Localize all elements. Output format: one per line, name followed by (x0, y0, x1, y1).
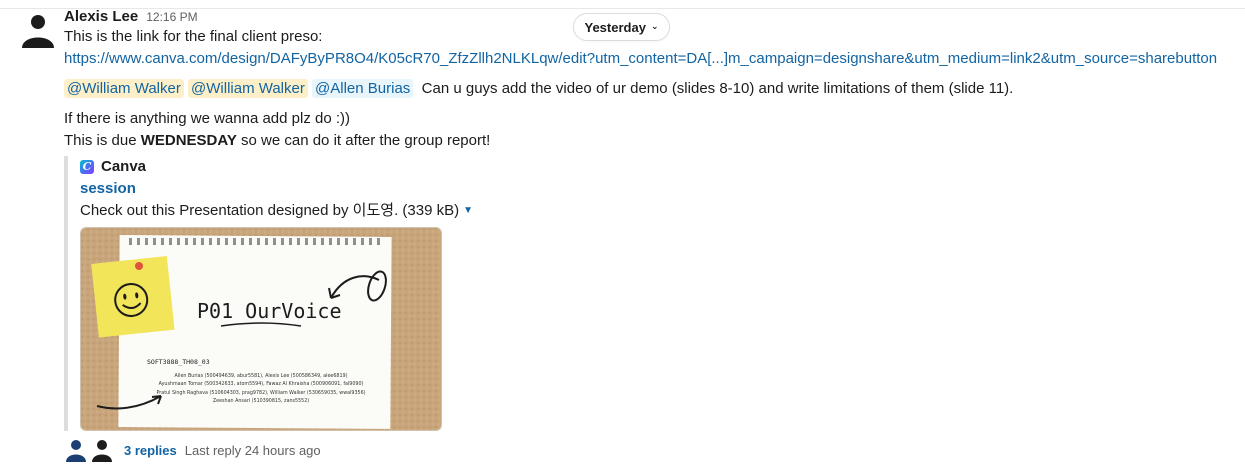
canva-logo-icon: C (80, 160, 94, 174)
reply-avatar[interactable] (64, 438, 88, 462)
message-line: If there is anything we wanna add plz do… (64, 110, 350, 127)
due-prefix: This is due (64, 132, 141, 149)
slide-member-line: Ayushmaan Tomar (500342633, atom5594), F… (159, 381, 364, 387)
message-timestamp[interactable]: 12:16 PM (146, 6, 197, 28)
canva-link[interactable]: https://www.canva.com/design/DAFyByPR8O4… (64, 50, 1217, 67)
preview-description-text: Check out this Presentation designed by … (80, 202, 460, 219)
preview-title-link[interactable]: session (80, 178, 500, 200)
preview-image[interactable]: P01 OurVoice SOFT3888_TH08_03 Allen Buri… (80, 227, 442, 431)
slide-title: P01 OurVoice (197, 299, 342, 323)
slide-member-line: Zeeshan Ansari (510390815, zans5552) (213, 398, 309, 404)
due-suffix: so we can do it after the group report! (236, 132, 491, 149)
mention-william-walker[interactable]: @William Walker (64, 79, 184, 98)
replies-link[interactable]: 3 replies (124, 443, 177, 458)
mentions-text: Can u guys add the video of ur demo (sli… (421, 80, 1014, 97)
last-reply-time: Last reply 24 hours ago (184, 442, 321, 458)
message: Alexis Lee 12:16 PM This is the link for… (64, 6, 1234, 431)
slide-course-code: SOFT3888_TH08_03 (147, 358, 210, 366)
reply-avatar[interactable] (90, 438, 114, 462)
mentions-line: @William Walker @William Walker @Allen B… (64, 78, 1234, 100)
slide-member-line: Pratul Singh Raghava (510604303, prag978… (157, 390, 366, 396)
caret-down-icon[interactable]: ▼ (463, 200, 473, 222)
message-line: This is the link for the final client pr… (64, 28, 323, 45)
link-preview: C Canva session Check out this Presentat… (64, 156, 500, 431)
preview-service-name: Canva (101, 158, 147, 175)
thread-replies: 3 replies Last reply 24 hours ago (64, 438, 321, 462)
due-line: This is due WEDNESDAY so we can do it af… (64, 130, 1234, 152)
avatar[interactable] (20, 12, 56, 48)
mention-william-walker[interactable]: @William Walker (188, 79, 308, 98)
preview-description: Check out this Presentation designed by … (80, 200, 500, 222)
sender-name[interactable]: Alexis Lee (64, 6, 138, 28)
slide-member-line: Allen Burias (500494639, abur5581), Alex… (175, 373, 348, 379)
message-header: Alexis Lee 12:16 PM (64, 6, 1234, 26)
due-day: WEDNESDAY (140, 132, 237, 149)
mention-allen-burias[interactable]: @Allen Burias (312, 79, 414, 98)
